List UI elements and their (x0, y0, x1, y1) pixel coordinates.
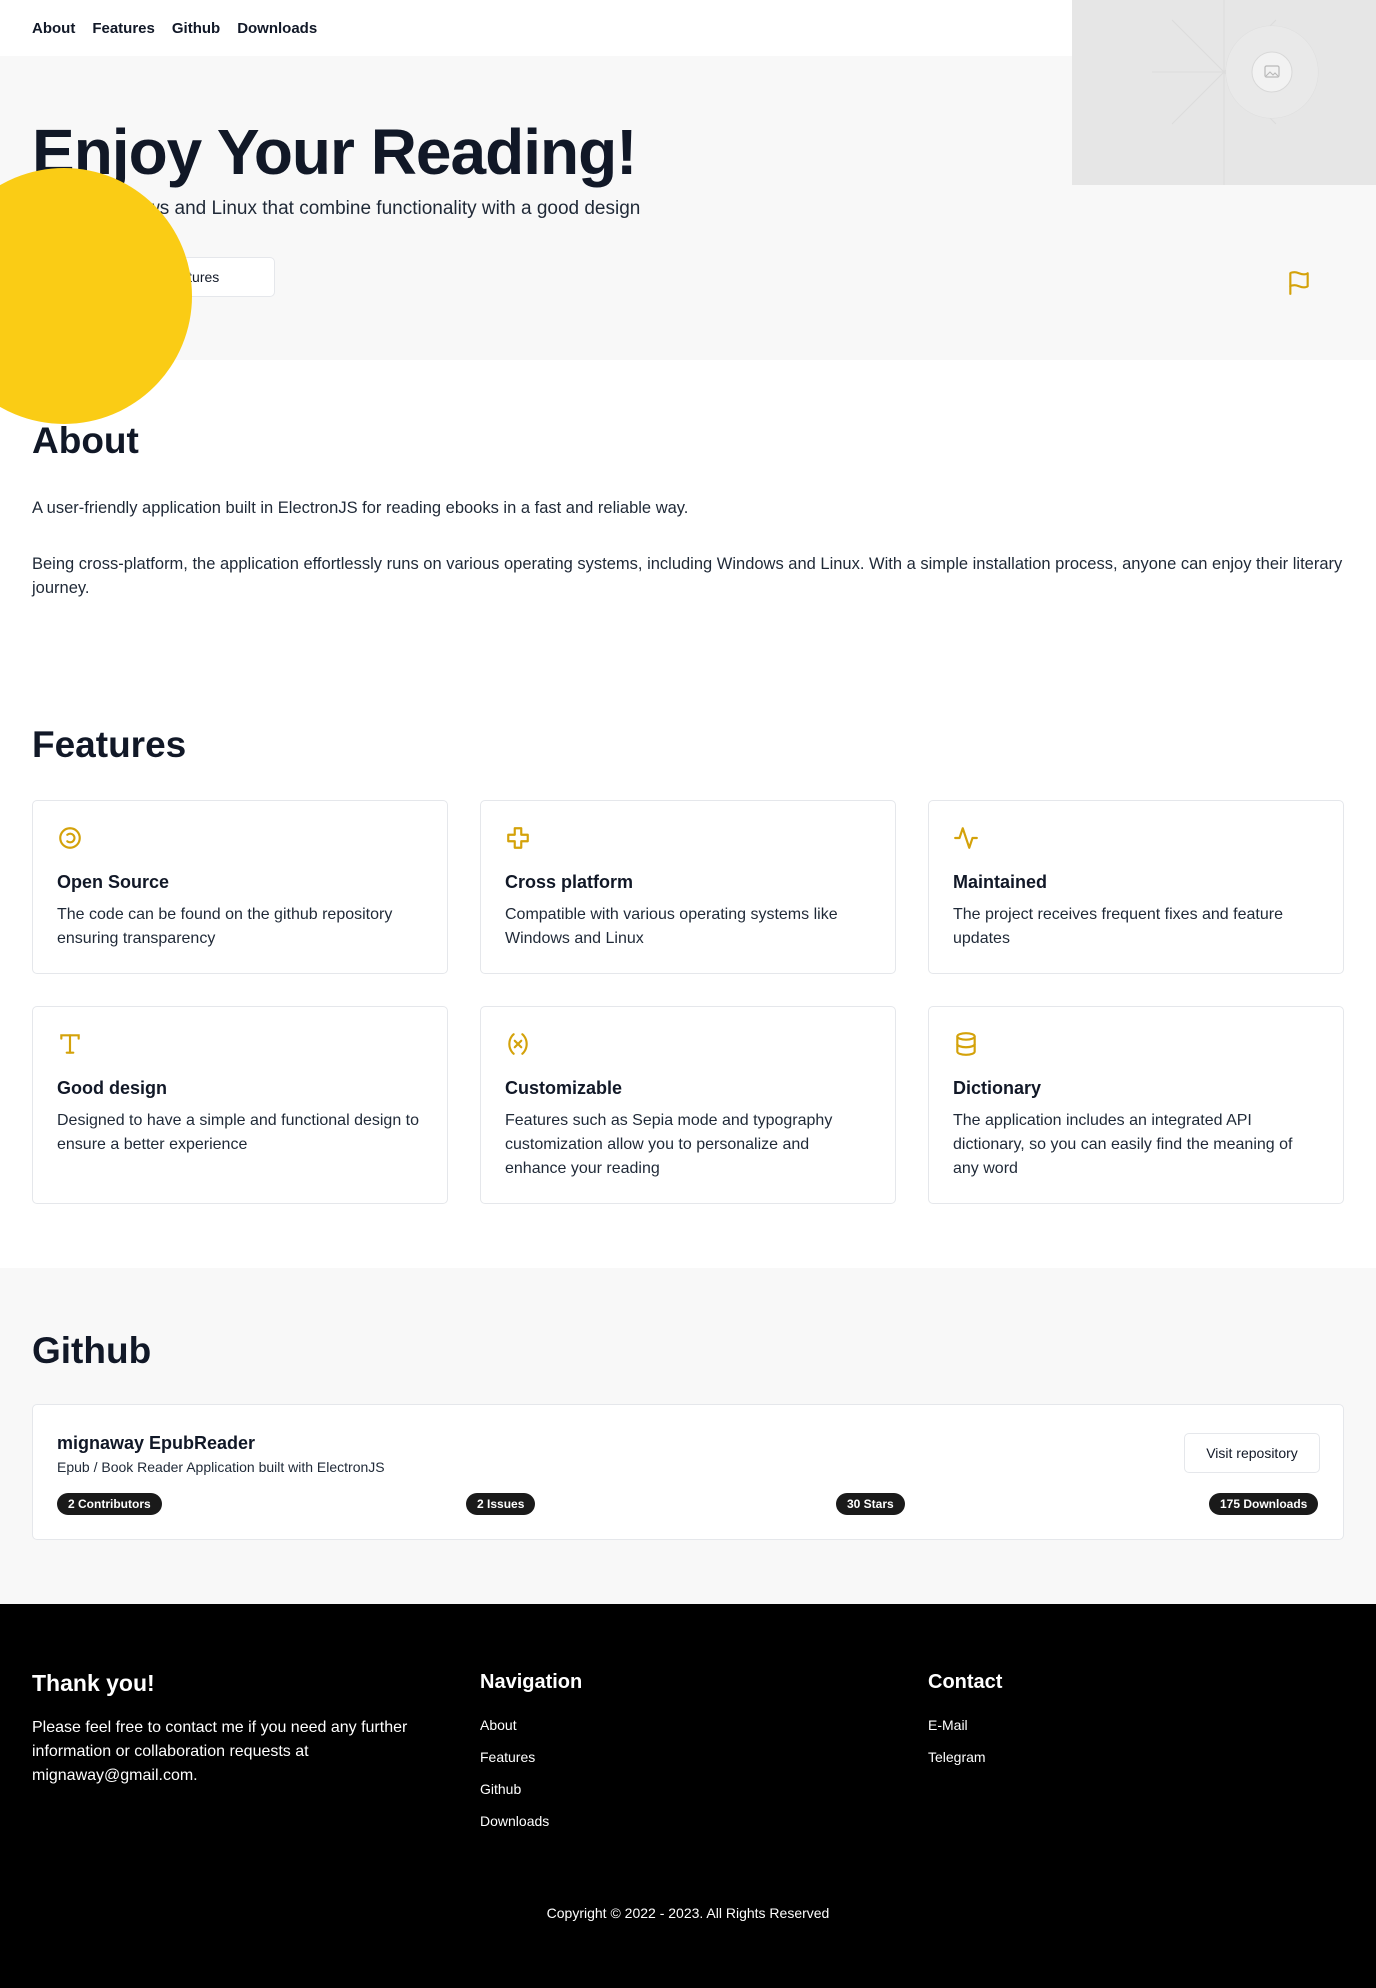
nav-about[interactable]: About (32, 20, 75, 37)
feature-text: The application includes an integrated A… (953, 1112, 1293, 1177)
hero-title: Enjoy Your Reading! (32, 116, 637, 188)
repo-description: Epub / Book Reader Application built wit… (57, 1459, 385, 1475)
contributors-badge: 2 Contributors (57, 1493, 162, 1515)
footer-navigation-title: Navigation (480, 1671, 583, 1693)
nav-downloads[interactable]: Downloads (237, 20, 317, 37)
footer-nav-github[interactable]: Github (480, 1781, 521, 1797)
feature-card-maintained: Maintained The project receives frequent… (928, 800, 1344, 974)
feature-title: Cross platform (505, 872, 634, 892)
downloads-badge: 175 Downloads (1209, 1493, 1319, 1515)
nav-features[interactable]: Features (92, 20, 155, 37)
feature-card-cross-platform: Cross platform Compatible with various o… (480, 800, 896, 974)
copyleft-icon (59, 827, 81, 849)
feature-card-good-design: Good design Designed to have a simple an… (32, 1006, 448, 1204)
feature-title: Dictionary (953, 1078, 1042, 1098)
feature-card-customizable: Customizable Features such as Sepia mode… (480, 1006, 896, 1204)
about-title: About (32, 420, 139, 461)
issues-badge: 2 Issues (466, 1493, 536, 1515)
image-placeholder-icon (1152, 0, 1319, 185)
feature-text: The code can be found on the github repo… (57, 906, 393, 947)
about-paragraph-1: A user-friendly application built in Ele… (32, 499, 689, 517)
feature-card-open-source: Open Source The code can be found on the… (32, 800, 448, 974)
footer-contact-email[interactable]: E-Mail (928, 1717, 968, 1733)
footer-contact-title: Contact (928, 1671, 1003, 1693)
feature-title: Good design (57, 1078, 167, 1098)
hero-image-placeholder (1072, 0, 1376, 185)
copyright-text: Copyright © 2022 - 2023. All Rights Rese… (546, 1905, 830, 1921)
github-title: Github (32, 1330, 152, 1371)
database-icon (956, 1032, 976, 1056)
stars-badge: 30 Stars (836, 1493, 905, 1515)
footer-nav-downloads[interactable]: Downloads (480, 1813, 549, 1829)
visit-repository-button[interactable]: Visit repository (1184, 1433, 1320, 1473)
activity-icon (954, 827, 978, 849)
nav-github[interactable]: Github (172, 20, 220, 37)
footer-contact-telegram[interactable]: Telegram (928, 1749, 986, 1765)
flag-icon (1289, 271, 1309, 295)
footer-nav-features[interactable]: Features (480, 1749, 535, 1765)
feature-title: Customizable (505, 1078, 623, 1098)
plus-icon (507, 827, 529, 849)
feature-text: Features such as Sepia mode and typograp… (505, 1112, 833, 1177)
feature-text: The project receives frequent fixes and … (953, 906, 1283, 947)
footer-thanks-text: Please feel free to contact me if you ne… (32, 1719, 408, 1784)
about-paragraph-2: Being cross-platform, the application ef… (32, 555, 1343, 597)
repo-card: mignaway EpubReader Epub / Book Reader A… (32, 1404, 1344, 1540)
features-title: Features (32, 724, 187, 765)
repo-name: mignaway EpubReader (57, 1433, 256, 1453)
feature-title: Maintained (953, 872, 1048, 892)
variable-icon (508, 1033, 528, 1055)
type-icon (60, 1034, 80, 1054)
feature-card-dictionary: Dictionary The application includes an i… (928, 1006, 1344, 1204)
footer-thanks-title: Thank you! (32, 1670, 155, 1696)
footer (0, 1604, 1376, 1988)
feature-text: Compatible with various operating system… (505, 906, 838, 947)
feature-text: Designed to have a simple and functional… (57, 1112, 420, 1153)
feature-title: Open Source (57, 872, 170, 892)
footer-nav-about[interactable]: About (480, 1717, 517, 1733)
